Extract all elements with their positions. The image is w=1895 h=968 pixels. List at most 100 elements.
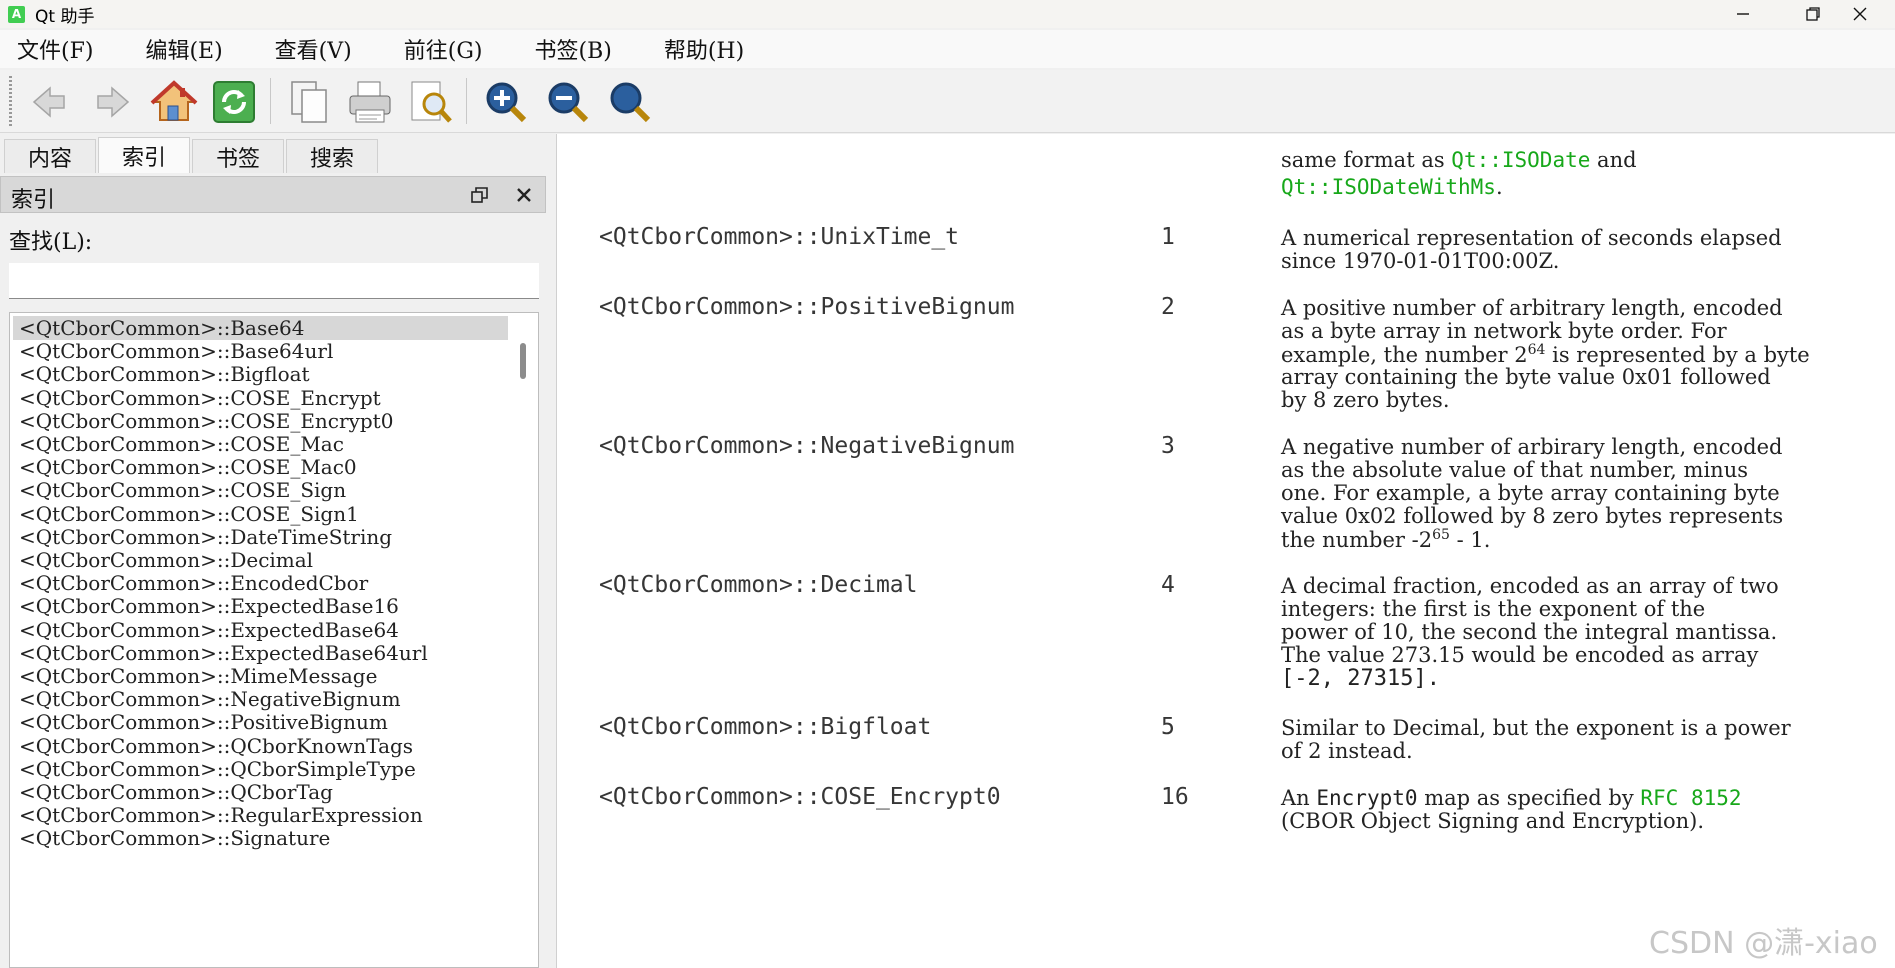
menu-item[interactable]: 前往(G) — [404, 33, 483, 65]
copy-icon — [291, 81, 327, 123]
index-item[interactable]: <QtCborCommon>::DateTimeString — [13, 525, 508, 549]
constant-name: <QtCborCommon>::COSE_Encrypt0 — [599, 784, 1001, 810]
copy-button[interactable] — [284, 76, 336, 128]
back-button[interactable] — [24, 76, 76, 128]
sync-button[interactable] — [208, 76, 260, 128]
index-item[interactable]: <QtCborCommon>::COSE_Mac — [13, 432, 508, 456]
back-icon — [32, 86, 65, 118]
index-item[interactable]: <QtCborCommon>::MimeMessage — [13, 664, 508, 688]
tab[interactable]: 搜索 — [286, 139, 378, 173]
index-item[interactable]: <QtCborCommon>::COSE_Sign1 — [13, 502, 508, 526]
menu-item[interactable]: 查看(V) — [275, 33, 352, 65]
link-rfc[interactable]: RFC 8152 — [1640, 786, 1741, 810]
dock-title: 索引 — [11, 188, 56, 213]
index-item[interactable]: <QtCborCommon>::NegativeBignum — [13, 687, 508, 711]
index-item[interactable]: <QtCborCommon>::COSE_Encrypt — [13, 386, 508, 410]
index-item[interactable]: <QtCborCommon>::ExpectedBase16 — [13, 594, 508, 618]
forward-icon — [97, 86, 130, 118]
description-line: (CBOR Object Signing and Encryption). — [1281, 809, 1705, 833]
index-item[interactable]: <QtCborCommon>::Signature — [13, 826, 508, 850]
description-line: [-2, 27315]. — [1281, 666, 1440, 691]
close-icon[interactable] — [513, 184, 535, 206]
sidebar-tabs: 内容 索引 书签 搜索 — [4, 137, 380, 174]
menu-bar: 文件(F) 编辑(E) 查看(V) 前往(G) 书签(B) 帮助(H) — [0, 30, 1895, 68]
print-button[interactable] — [344, 76, 396, 128]
constant-value: 2 — [1161, 294, 1175, 320]
index-item[interactable]: <QtCborCommon>::COSE_Encrypt0 — [13, 409, 508, 433]
description-line: Qt::ISODateWithMs. — [1281, 175, 1503, 199]
description-line: The value 273.15 would be encoded as arr… — [1281, 643, 1759, 667]
index-item[interactable]: <QtCborCommon>::QCborKnownTags — [13, 734, 508, 758]
description-line: example, the number 264 is represented b… — [1281, 342, 1810, 367]
close-icon — [1853, 7, 1867, 21]
tab[interactable]: 索引 — [98, 137, 190, 173]
minimize-button[interactable] — [1708, 0, 1778, 28]
description-line: A decimal fraction, encoded as an array … — [1281, 574, 1779, 598]
link-isodatewithms[interactable]: Qt::ISODateWithMs — [1281, 175, 1496, 199]
toolbar-grip[interactable] — [9, 76, 12, 126]
title-bar: A Qt 助手 — [0, 0, 1895, 28]
index-item[interactable]: <QtCborCommon>::Decimal — [13, 548, 508, 572]
menu-item[interactable]: 编辑(E) — [145, 33, 222, 65]
zoom-in-button[interactable] — [480, 76, 532, 128]
constant-name: <QtCborCommon>::PositiveBignum — [599, 294, 1015, 320]
app-icon: A — [8, 5, 25, 23]
index-item[interactable]: <QtCborCommon>::QCborTag — [13, 780, 508, 804]
dock-title-bar: 索引 — [0, 176, 546, 213]
float-icon[interactable] — [471, 186, 489, 204]
minimize-icon — [1737, 13, 1749, 15]
print-icon — [349, 81, 391, 123]
forward-button[interactable] — [86, 76, 138, 128]
home-button[interactable] — [148, 76, 200, 128]
description-line: as the absolute value of that number, mi… — [1281, 458, 1748, 482]
zoom-out-button[interactable] — [542, 76, 594, 128]
tab[interactable]: 内容 — [4, 139, 96, 173]
find-button[interactable] — [404, 76, 456, 128]
zoom-in-icon — [486, 82, 527, 123]
constant-name: <QtCborCommon>::Decimal — [599, 572, 918, 598]
find-label: 查找(L): — [9, 230, 93, 255]
find-input[interactable] — [9, 263, 539, 299]
description-line: by 8 zero bytes. — [1281, 388, 1450, 412]
window-title: Qt 助手 — [35, 6, 95, 27]
index-item[interactable]: <QtCborCommon>::Base64url — [13, 339, 508, 363]
close-window-button[interactable] — [1825, 0, 1895, 28]
toolbar-separator — [270, 78, 271, 124]
menu-item[interactable]: 文件(F) — [17, 33, 93, 65]
toolbar-separator — [466, 78, 467, 124]
index-item[interactable]: <QtCborCommon>::Bigfloat — [13, 362, 508, 386]
constant-value: 4 — [1161, 572, 1175, 598]
constant-value: 3 — [1161, 433, 1175, 459]
scrollbar-thumb[interactable] — [520, 343, 526, 379]
description-line: same format as Qt::ISODate and — [1281, 148, 1637, 172]
constant-name: <QtCborCommon>::Bigfloat — [599, 714, 932, 740]
description-line: Similar to Decimal, but the exponent is … — [1281, 716, 1791, 740]
index-item[interactable]: <QtCborCommon>::PositiveBignum — [13, 710, 508, 734]
menu-item[interactable]: 书签(B) — [534, 33, 611, 65]
zoom-reset-icon — [610, 82, 651, 123]
index-item[interactable]: <QtCborCommon>::RegularExpression — [13, 803, 508, 827]
description-line: value 0x02 followed by 8 zero bytes repr… — [1281, 504, 1784, 528]
description-line: array containing the byte value 0x01 fol… — [1281, 365, 1771, 389]
zoom-out-icon — [548, 82, 589, 123]
constant-name: <QtCborCommon>::NegativeBignum — [599, 433, 1015, 459]
menu-item[interactable]: 帮助(H) — [664, 33, 744, 65]
zoom-reset-button[interactable] — [604, 76, 656, 128]
index-item[interactable]: <QtCborCommon>::ExpectedBase64url — [13, 641, 508, 665]
index-list[interactable]: <QtCborCommon>::Base64 <QtCborCommon>::Ba… — [9, 312, 539, 968]
link-isodate[interactable]: Qt::ISODate — [1451, 148, 1590, 172]
sync-icon — [213, 81, 255, 123]
index-item[interactable]: <QtCborCommon>::EncodedCbor — [13, 571, 508, 595]
find-icon — [411, 81, 452, 123]
description-line: one. For example, a byte array containin… — [1281, 481, 1780, 505]
index-item[interactable]: <QtCborCommon>::ExpectedBase64 — [13, 618, 508, 642]
description-line: since 1970-01-01T00:00Z. — [1281, 249, 1560, 273]
index-item[interactable]: <QtCborCommon>::Base64 — [13, 316, 508, 340]
index-item[interactable]: <QtCborCommon>::COSE_Sign — [13, 478, 508, 502]
index-item[interactable]: <QtCborCommon>::QCborSimpleType — [13, 757, 508, 781]
restore-icon — [1806, 7, 1820, 21]
tab[interactable]: 书签 — [192, 139, 284, 173]
index-item[interactable]: <QtCborCommon>::COSE_Mac0 — [13, 455, 508, 479]
content-view: same format as Qt::ISODate and Qt::ISODa… — [556, 134, 1895, 968]
description-line: integers: the first is the exponent of t… — [1281, 597, 1706, 621]
